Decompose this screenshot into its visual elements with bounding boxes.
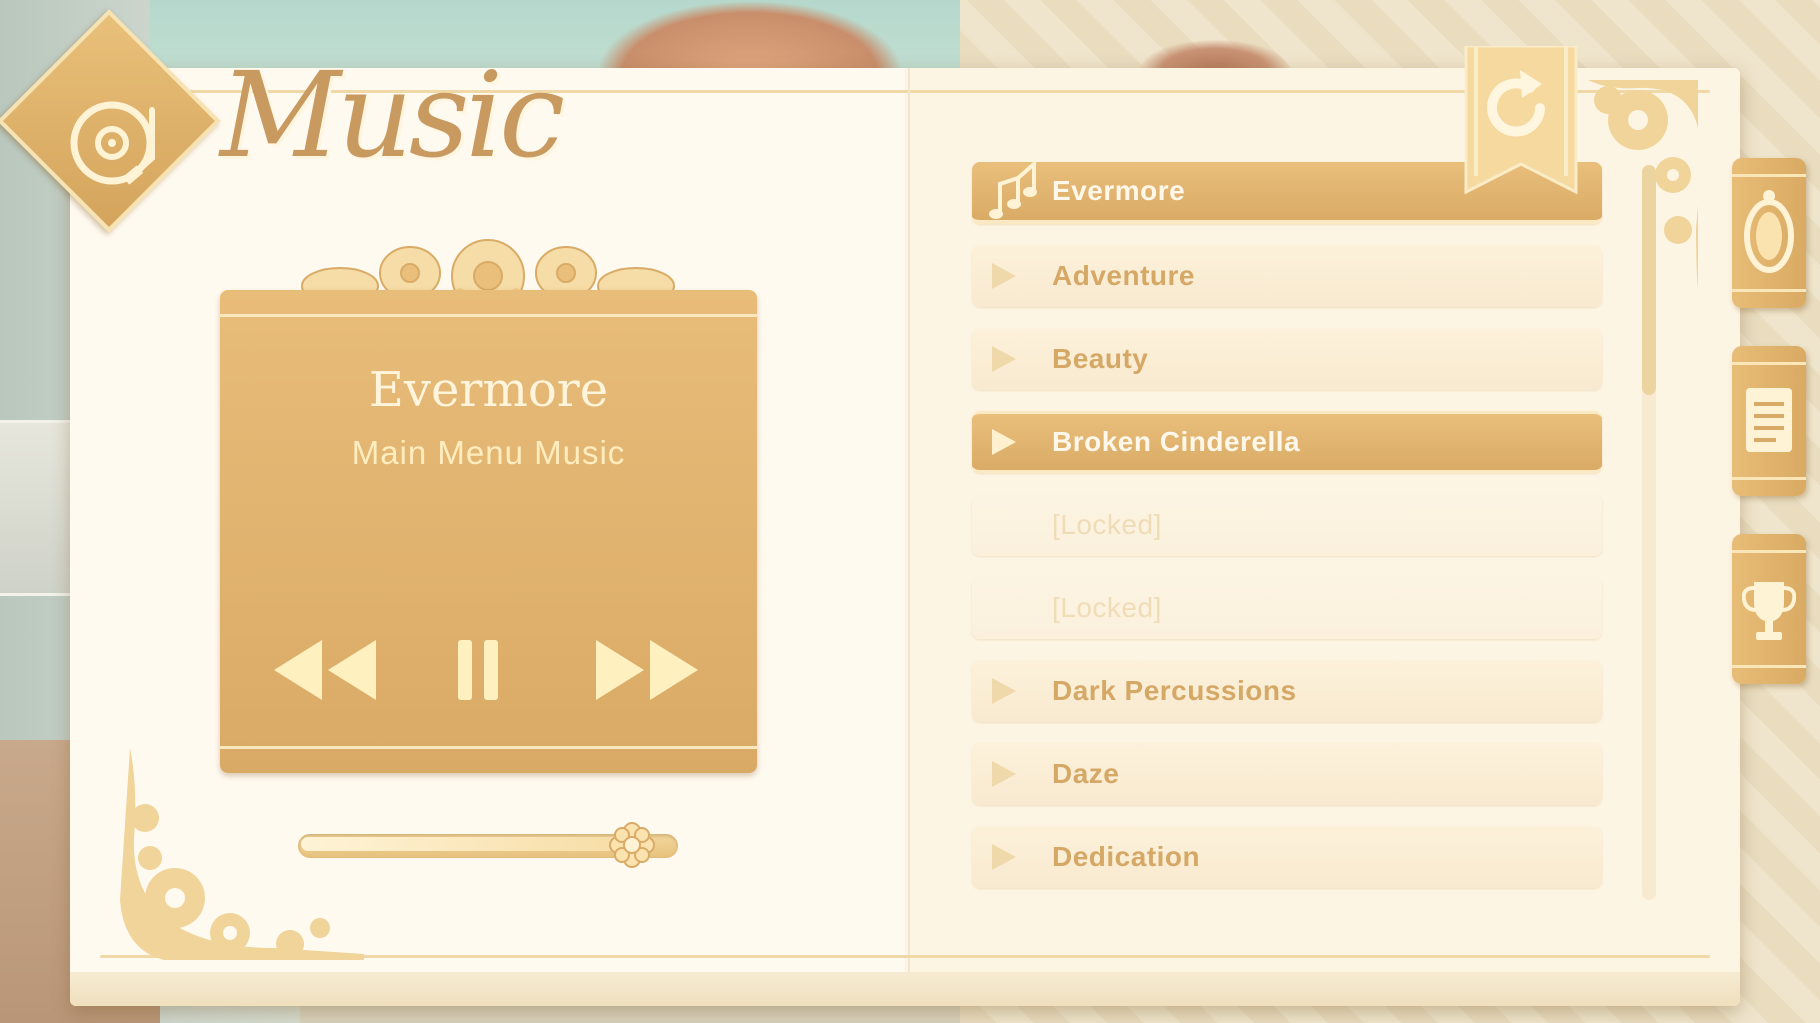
now-playing-card: Evermore Main Menu Music (220, 290, 757, 773)
playlist-item-label: Broken Cinderella (1052, 426, 1301, 457)
playlist-item[interactable]: Dedication (972, 826, 1602, 888)
playlist-item-label: Dark Percussions (1052, 675, 1297, 706)
playlist-item[interactable]: Adventure (972, 245, 1602, 307)
playlist-item-label: Adventure (1052, 260, 1195, 291)
now-playing-subtitle: Main Menu Music (351, 434, 626, 471)
playlist-scrollbar[interactable] (1642, 165, 1656, 900)
mirror-icon (1744, 190, 1794, 273)
playlist-item-label: Dedication (1052, 841, 1201, 872)
pause-button[interactable] (454, 635, 504, 705)
book-bottom-edge (70, 972, 1740, 1006)
side-tab-trophy[interactable] (1732, 534, 1806, 684)
playlist-item: [Locked] (972, 577, 1602, 639)
playlist-item[interactable]: Broken Cinderella (972, 411, 1602, 473)
rewind-button[interactable] (270, 635, 380, 705)
playlist-item[interactable]: Dark Percussions (972, 660, 1602, 722)
playlist-item-label: Daze (1052, 758, 1120, 789)
turntable-icon (70, 101, 155, 185)
play-icon (992, 263, 1016, 289)
playlist-item[interactable]: Beauty (972, 328, 1602, 390)
playlist-item-label: Evermore (1052, 175, 1186, 206)
floral-corner-ornament (120, 748, 364, 960)
playlist: Evermore Adventure Beauty Broken Cinderella… (972, 159, 1602, 909)
playlist-item-label: [Locked] (1052, 592, 1162, 623)
back-bookmark-button[interactable] (1462, 46, 1580, 194)
card-top-rule (220, 314, 757, 317)
play-icon (992, 761, 1016, 787)
background-railing (0, 420, 75, 596)
trophy-icon (1742, 582, 1796, 640)
playlist-scrollbar-thumb[interactable] (1642, 165, 1656, 395)
play-icon (992, 678, 1016, 704)
play-icon (992, 844, 1016, 870)
playlist-item: [Locked] (972, 494, 1602, 556)
side-tab-document[interactable] (1732, 346, 1806, 496)
now-playing-title: Evermore (368, 362, 609, 418)
play-icon (992, 429, 1016, 455)
fast-forward-button[interactable] (592, 635, 702, 705)
document-icon (1746, 388, 1792, 452)
page-title: Music (220, 46, 565, 184)
music-note-icon (989, 159, 1037, 219)
play-icon (992, 346, 1016, 372)
playlist-item[interactable]: Daze (972, 743, 1602, 805)
side-tab-mirror[interactable] (1732, 158, 1806, 308)
playlist-item-label: [Locked] (1052, 509, 1162, 540)
book-spine (908, 68, 910, 1006)
flower-slider-knob-icon[interactable] (609, 822, 655, 868)
playlist-item-label: Beauty (1052, 343, 1149, 374)
